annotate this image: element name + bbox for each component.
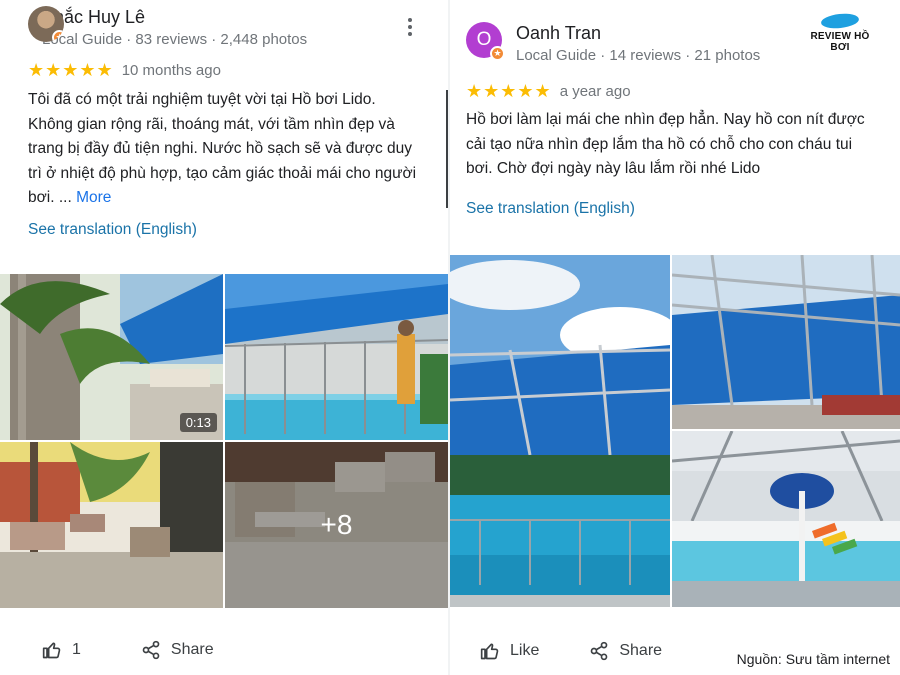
local-guide-badge-icon: ★ [490, 46, 505, 61]
review-photo-2[interactable] [672, 255, 900, 429]
share-label: Share [170, 641, 214, 658]
see-translation-link[interactable]: See translation (English) [466, 200, 635, 218]
review-photo-2[interactable] [225, 274, 448, 440]
like-button[interactable]: Like [480, 641, 539, 661]
review-card-oanh-tran: O ★ Oanh Tran Local Guide · 14 reviews ·… [450, 0, 900, 675]
share-button[interactable]: Share [589, 641, 662, 661]
rating-row: ★★★★★ a year ago [466, 81, 631, 102]
star-rating: ★★★★★ [466, 81, 552, 101]
reviewer-header[interactable]: O ★ Oanh Tran Local Guide · 14 reviews ·… [466, 22, 760, 66]
share-label: Share [619, 642, 663, 659]
share-icon [142, 640, 160, 660]
review-photo-3[interactable] [672, 431, 900, 607]
review-age: a year ago [559, 83, 631, 100]
scrollbar-thumb[interactable] [446, 90, 448, 208]
like-button[interactable]: 1 [42, 640, 81, 660]
thumbs-up-icon [42, 642, 61, 659]
more-photos-overlay[interactable]: +8 [225, 442, 448, 608]
more-link[interactable]: More [76, 189, 111, 206]
share-button[interactable]: Share [141, 640, 214, 660]
review-actions: Like Share [480, 641, 662, 661]
like-count: 1 [72, 641, 81, 658]
reviewer-meta: Local Guide · 14 reviews · 21 photos [516, 47, 761, 64]
avatar-letter: O [476, 29, 492, 50]
thumbs-up-icon [480, 643, 499, 660]
reviewer-avatar[interactable]: O ★ [466, 22, 505, 61]
review-actions: 1 Share [42, 640, 214, 660]
review-photo-3[interactable] [0, 442, 223, 608]
reviewer-name[interactable]: Oanh Tran [516, 22, 760, 44]
share-icon [591, 641, 608, 661]
like-label: Like [510, 642, 540, 659]
brand-logo: REVIEW HỒ BƠI [800, 12, 880, 53]
reviewer-header[interactable]: ★ Khắc Huy Lê Local Guide · 83 reviews ·… [28, 6, 307, 50]
see-translation-link[interactable]: See translation (English) [28, 221, 197, 239]
review-photo-1[interactable]: 0:13 [0, 274, 223, 440]
video-duration: 0:13 [179, 413, 217, 432]
review-card-khac-huy-le: ★ Khắc Huy Lê Local Guide · 83 reviews ·… [0, 0, 448, 675]
star-rating: ★★★★★ [28, 60, 114, 80]
source-caption: Nguồn: Sưu tầm internet [736, 651, 890, 667]
review-age: 10 months ago [121, 62, 221, 79]
reviewer-avatar[interactable]: ★ [28, 6, 64, 42]
pool-logo-icon [820, 12, 860, 30]
rating-row: ★★★★★ 10 months ago [28, 60, 221, 81]
local-guide-badge-icon: ★ [52, 30, 64, 42]
review-text: Tôi đã có một trải nghiệm tuyệt vời tại … [28, 88, 423, 211]
reviewer-meta: Local Guide · 83 reviews · 2,448 photos [42, 31, 308, 48]
review-text: Hồ bơi làm lại mái che nhìn đẹp hẳn. Nay… [466, 111, 865, 177]
reviewer-name[interactable]: Khắc Huy Lê [42, 6, 307, 28]
review-photo-4[interactable]: +8 [225, 442, 448, 608]
more-options-icon[interactable] [408, 18, 412, 39]
review-photo-1[interactable] [450, 255, 670, 607]
brand-name: REVIEW HỒ BƠI [810, 31, 870, 53]
